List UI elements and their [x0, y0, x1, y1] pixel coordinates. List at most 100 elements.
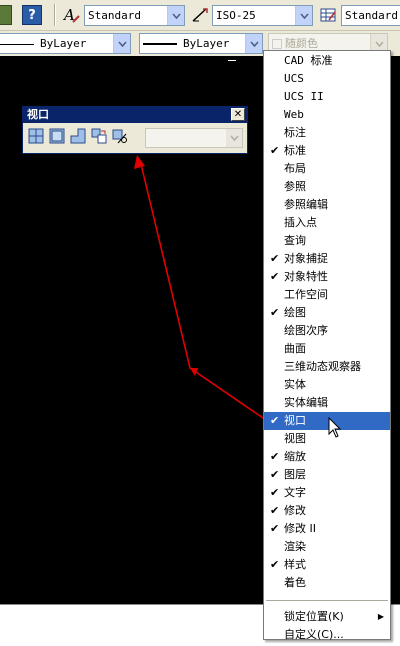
polygonal-viewport-icon	[70, 128, 86, 144]
menu-item-label: 对象特性	[284, 270, 328, 283]
menu-item[interactable]: 实体编辑	[264, 394, 390, 412]
menu-item-label: 三维动态观察器	[284, 360, 361, 373]
menu-item[interactable]: 三维动态观察器	[264, 358, 390, 376]
menu-item-label: 绘图次序	[284, 324, 328, 337]
menu-item-label: 标注	[284, 126, 306, 139]
menu-item[interactable]: ✔ 样式	[264, 556, 390, 574]
single-viewport-button[interactable]	[48, 127, 66, 145]
single-viewport-icon	[49, 128, 65, 144]
menu-item-label: 视图	[284, 432, 306, 445]
text-style-icon[interactable]: A	[62, 5, 82, 25]
menu-item-label: 自定义(C)...	[284, 628, 344, 641]
menu-item[interactable]: 参照编辑	[264, 196, 390, 214]
menu-item-customize[interactable]: 自定义(C)...	[264, 626, 390, 644]
menu-item[interactable]: ✔ 修改	[264, 502, 390, 520]
check-icon: ✔	[270, 558, 280, 571]
polygonal-viewport-button[interactable]	[69, 127, 87, 145]
menu-item[interactable]: 渲染	[264, 538, 390, 556]
close-button[interactable]: ✕	[231, 108, 245, 121]
menu-item[interactable]: 查询	[264, 232, 390, 250]
menu-item[interactable]: ✔ 视口	[264, 412, 390, 430]
menu-item[interactable]: UCS	[264, 70, 390, 88]
menu-item-label: CAD 标准	[284, 54, 333, 67]
menu-item[interactable]: ✔ 对象特性	[264, 268, 390, 286]
menu-item-label: 着色	[284, 576, 306, 589]
menu-item-label: 文字	[284, 486, 306, 499]
menu-item[interactable]: ✔ 绘图	[264, 304, 390, 322]
check-icon: ✔	[270, 486, 280, 499]
convert-object-viewport-button[interactable]	[90, 127, 108, 145]
chevron-down-icon[interactable]	[245, 34, 262, 53]
table-style-select[interactable]: Standard	[341, 5, 400, 26]
menu-item-label: 图层	[284, 468, 306, 481]
toolbar-context-menu: CAD 标准 UCS UCS II Web 标注 ✔ 标准布局参照参照编辑插入点 查询 ✔ 对象捕…	[263, 50, 391, 641]
check-icon: ✔	[270, 270, 280, 283]
menu-item-label: 参照编辑	[284, 198, 328, 211]
calculator-icon[interactable]	[0, 5, 12, 25]
chevron-down-icon[interactable]	[295, 6, 312, 25]
viewport-scale-select[interactable]	[145, 128, 243, 148]
menu-item-label: 参照	[284, 180, 306, 193]
submenu-arrow-icon: ▶	[377, 612, 384, 621]
menu-item-label: UCS	[284, 72, 304, 85]
mouse-cursor-icon	[328, 417, 342, 438]
dimension-style-select[interactable]: ISO-25	[212, 5, 313, 26]
menu-item-label: Web	[284, 108, 304, 121]
check-icon: ✔	[270, 468, 280, 481]
menu-item[interactable]: ✔ 图层	[264, 466, 390, 484]
menu-item[interactable]: UCS II	[264, 88, 390, 106]
check-icon: ✔	[270, 522, 280, 535]
menu-item-label: 布局	[284, 162, 306, 175]
menu-item[interactable]: 视图	[264, 430, 390, 448]
menu-item-label: 渲染	[284, 540, 306, 553]
check-icon: ✔	[270, 144, 280, 157]
menu-item[interactable]: 实体	[264, 376, 390, 394]
menu-item[interactable]: Web	[264, 106, 390, 124]
menu-item[interactable]: 参照	[264, 178, 390, 196]
menu-item[interactable]: ✔ 文字	[264, 484, 390, 502]
clip-viewport-button[interactable]	[111, 127, 129, 145]
menu-item-lock-position[interactable]: 锁定位置(K) ▶	[264, 608, 390, 626]
menu-item[interactable]: 着色	[264, 574, 390, 592]
color-swatch	[272, 39, 282, 49]
table-style-icon[interactable]	[318, 5, 338, 25]
viewports-dialog-button[interactable]	[27, 127, 45, 145]
menu-item[interactable]: 工作空间	[264, 286, 390, 304]
chevron-down-icon[interactable]	[167, 6, 184, 25]
help-icon[interactable]: ?	[22, 5, 42, 25]
chevron-down-icon[interactable]	[226, 129, 242, 147]
menu-item-label: 视口	[284, 414, 306, 427]
dimension-style-value: ISO-25	[216, 9, 256, 22]
menu-item-label: 缩放	[284, 450, 306, 463]
viewport-toolbar-titlebar[interactable]: 视口 ✕	[23, 107, 247, 123]
check-icon: ✔	[270, 450, 280, 463]
viewports-dialog-icon	[28, 128, 44, 144]
menu-item[interactable]: 布局	[264, 160, 390, 178]
menu-item[interactable]: ✔ 对象捕捉	[264, 250, 390, 268]
menu-item[interactable]: ✔ 缩放	[264, 448, 390, 466]
viewport-toolbar-title: 视口	[27, 108, 49, 121]
text-style-select[interactable]: Standard	[84, 5, 185, 26]
linetype-select[interactable]: ByLayer	[0, 33, 131, 54]
viewport-toolbar[interactable]: 视口 ✕	[22, 106, 248, 154]
menu-item[interactable]: 标注	[264, 124, 390, 142]
color-value: 随颜色	[285, 37, 318, 50]
menu-separator	[266, 600, 388, 601]
menu-item[interactable]: 绘图次序	[264, 322, 390, 340]
lineweight-value: ByLayer	[183, 37, 230, 50]
check-icon: ✔	[270, 306, 280, 319]
dimension-style-icon[interactable]	[190, 5, 210, 25]
convert-object-icon	[91, 128, 107, 144]
close-icon: ✕	[233, 109, 243, 120]
menu-item[interactable]: 插入点	[264, 214, 390, 232]
menu-item[interactable]: CAD 标准	[264, 52, 390, 70]
lineweight-select[interactable]: ByLayer	[139, 33, 263, 54]
linetype-preview	[0, 43, 34, 45]
chevron-down-icon[interactable]	[113, 34, 130, 53]
menu-item[interactable]: 曲面	[264, 340, 390, 358]
menu-item[interactable]: ✔ 标准	[264, 142, 390, 160]
crosshair-mark	[228, 60, 236, 61]
menu-item[interactable]: ✔ 修改 II	[264, 520, 390, 538]
menu-item-label: 样式	[284, 558, 306, 571]
check-icon: ✔	[270, 252, 280, 265]
